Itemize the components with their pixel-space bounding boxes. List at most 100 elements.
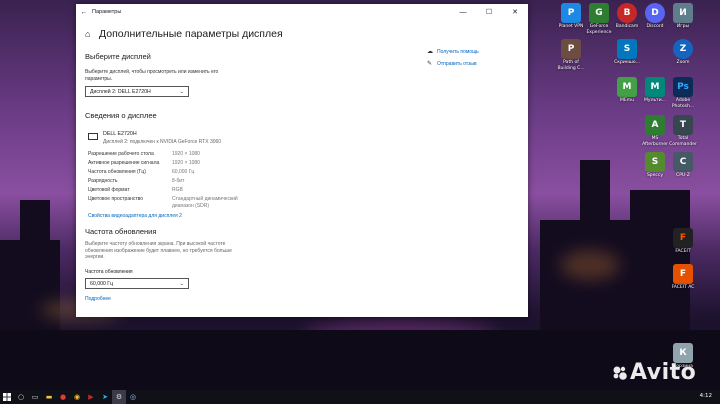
taskbar: ○ ▭ ▬ ● ◉ ▶ ➤ ⚙ ◎ 4:12 bbox=[0, 390, 720, 404]
desktop-icon-label: Planet VPN bbox=[558, 24, 584, 29]
discord-icon: D bbox=[645, 3, 665, 23]
avito-logo-icon bbox=[612, 362, 628, 380]
close-icon[interactable]: ✕ bbox=[502, 8, 528, 16]
minimize-icon[interactable]: — bbox=[450, 9, 476, 16]
desktop-icon-path-of-building[interactable]: P Path of Building C... bbox=[556, 39, 586, 71]
desktop-icon-bandicam[interactable]: B Bandicam bbox=[612, 3, 642, 30]
desktop-icon-label: Zoom bbox=[676, 60, 690, 65]
desktop-icon-label: CPU-Z bbox=[676, 173, 690, 178]
info-row: Разрешение рабочего стола 1920 × 1080 bbox=[88, 151, 200, 157]
desktop-icon-label: Discord bbox=[646, 24, 664, 29]
avito-watermark: Avito bbox=[612, 360, 696, 385]
media-icon[interactable]: ▶ bbox=[84, 390, 98, 404]
feedback-icon: ✎ bbox=[427, 61, 433, 67]
path-of-building-icon: P bbox=[561, 39, 581, 59]
speccy-icon: S bbox=[645, 152, 665, 172]
maximize-icon[interactable]: ☐ bbox=[476, 8, 502, 16]
monitor-subtitle: Дисплей 2: подключен к NVIDIA GeForce RT… bbox=[103, 139, 222, 145]
desktop-icon-games[interactable]: И Игры bbox=[668, 3, 698, 30]
adapter-properties-link[interactable]: Свойства видеоадаптера для дисплея 2 bbox=[88, 213, 182, 219]
back-arrow-icon[interactable]: ← bbox=[76, 9, 92, 16]
desktop-icon-afterburner[interactable]: A MS Afterburner bbox=[640, 115, 670, 147]
select-display-title: Выберите дисплей bbox=[85, 52, 151, 61]
telegram-icon[interactable]: ➤ bbox=[98, 390, 112, 404]
info-row-label: Активное разрешение сигнала bbox=[88, 160, 160, 166]
explorer-icon[interactable]: ▬ bbox=[42, 390, 56, 404]
bandicam-icon: B bbox=[617, 3, 637, 23]
desktop-icon-label: Total Commander bbox=[669, 136, 697, 147]
chevron-down-icon: ⌄ bbox=[179, 88, 184, 95]
folder-icon: И bbox=[673, 3, 693, 23]
help-link-label: Получить помощь bbox=[437, 48, 479, 55]
info-row-value: 8-бит bbox=[172, 178, 185, 184]
desktop-icon-planet-vpn[interactable]: P Planet VPN bbox=[556, 3, 586, 30]
desktop-icon-label: Скриншо... bbox=[614, 60, 640, 65]
desktop-icon-zoom[interactable]: Z Zoom bbox=[668, 39, 698, 66]
desktop-icon-cpuz[interactable]: C CPU-Z bbox=[668, 152, 698, 179]
display-select-value: Дисплей 2: DELL E2720H bbox=[90, 88, 151, 95]
zoom-icon: Z bbox=[673, 39, 693, 59]
total-commander-icon: T bbox=[673, 115, 693, 135]
chrome-icon[interactable]: ◉ bbox=[70, 390, 84, 404]
desktop-icon-screenshot[interactable]: S Скриншо... bbox=[612, 39, 642, 66]
avito-text: Avito bbox=[630, 360, 697, 385]
desktop-icon-geforce[interactable]: G GeForce Experience bbox=[584, 3, 614, 35]
info-row-value: 1920 × 1080 bbox=[172, 160, 200, 166]
desktop-icon-label: Игры bbox=[676, 24, 690, 29]
title-bar: ← Параметры — ☐ ✕ bbox=[76, 4, 528, 20]
chevron-down-icon: ⌄ bbox=[179, 280, 184, 287]
desktop-icon-memu[interactable]: M MEmu bbox=[612, 77, 642, 104]
home-icon[interactable]: ⌂ bbox=[85, 29, 99, 39]
windows-start-icon[interactable] bbox=[0, 390, 14, 404]
desktop-icon-faceit[interactable]: F FACEIT bbox=[668, 228, 698, 255]
desktop-icon-label: MS Afterburner bbox=[642, 136, 668, 147]
opera-icon[interactable]: ● bbox=[56, 390, 70, 404]
info-row-label: Частота обновления (Гц) bbox=[88, 169, 146, 175]
photoshop-icon: Ps bbox=[673, 77, 693, 97]
help-icon: ☁ bbox=[427, 49, 433, 55]
desktop-icon-label: GeForce Experience bbox=[586, 24, 612, 35]
info-row-label: Цветовое пространство bbox=[88, 196, 144, 202]
refresh-rate-description: Выберите частоту обновления экрана. При … bbox=[85, 241, 232, 260]
faceit-ac-icon: F bbox=[673, 264, 693, 284]
monitor-name: DELL E2720H bbox=[103, 131, 137, 137]
refresh-rate-value: 60,000 Гц bbox=[90, 280, 114, 287]
refresh-rate-dropdown[interactable]: 60,000 Гц ⌄ bbox=[85, 278, 189, 289]
desktop-icon-label: Мульти... bbox=[644, 98, 666, 103]
feedback-link[interactable]: ✎ Отправить отзыв bbox=[427, 60, 477, 68]
desktop-icon-multi[interactable]: M Мульти... bbox=[640, 77, 670, 104]
desktop-icon-label: Path of Building C... bbox=[557, 60, 585, 71]
window-title: Параметры bbox=[92, 9, 122, 15]
info-row: Цветовой формат RGB bbox=[88, 187, 183, 193]
desktop-icon-label: Bandicam bbox=[615, 24, 639, 29]
faceit-icon: F bbox=[673, 228, 693, 248]
display-info-title: Сведения о дисплее bbox=[85, 111, 157, 120]
display-select-dropdown[interactable]: Дисплей 2: DELL E2720H ⌄ bbox=[85, 86, 189, 97]
select-display-description: Выберите дисплей, чтобы просмотреть или … bbox=[85, 69, 219, 82]
desktop-icon-total-commander[interactable]: T Total Commander bbox=[668, 115, 698, 147]
desktop-icon-speccy[interactable]: S Speccy bbox=[640, 152, 670, 179]
screenshot-icon: S bbox=[617, 39, 637, 59]
cpuz-icon: C bbox=[673, 152, 693, 172]
desktop-icon-label: FACEIT bbox=[675, 249, 691, 254]
desktop-icon-discord[interactable]: D Discord bbox=[640, 3, 670, 30]
multi-icon: M bbox=[645, 77, 665, 97]
desktop-icon-label: FACEIT AC bbox=[671, 285, 695, 290]
help-link[interactable]: ☁ Получить помощь bbox=[427, 48, 479, 56]
info-row-value: 1920 × 1080 bbox=[172, 151, 200, 157]
desktop-icon-photoshop[interactable]: Ps Adobe Photosh... bbox=[668, 77, 698, 109]
desktop-icon-label: MEmu bbox=[620, 98, 634, 103]
more-info-link[interactable]: Подробнее bbox=[85, 296, 111, 302]
desktop-icon-label: Speccy bbox=[646, 173, 664, 178]
info-row-label: Разрядность bbox=[88, 178, 118, 184]
search-icon[interactable]: ○ bbox=[14, 390, 28, 404]
clock: 4:12 bbox=[699, 393, 712, 399]
refresh-rate-title: Частота обновления bbox=[85, 227, 157, 236]
desktop-icon-label: Adobe Photosh... bbox=[671, 98, 695, 109]
settings-taskbar-icon[interactable]: ⚙ bbox=[112, 390, 126, 404]
feedback-link-label: Отправить отзыв bbox=[437, 60, 477, 67]
planet-vpn-icon: P bbox=[561, 3, 581, 23]
steam-icon[interactable]: ◎ bbox=[126, 390, 140, 404]
desktop-icon-faceit-ac[interactable]: F FACEIT AC bbox=[668, 264, 698, 291]
task-view-icon[interactable]: ▭ bbox=[28, 390, 42, 404]
